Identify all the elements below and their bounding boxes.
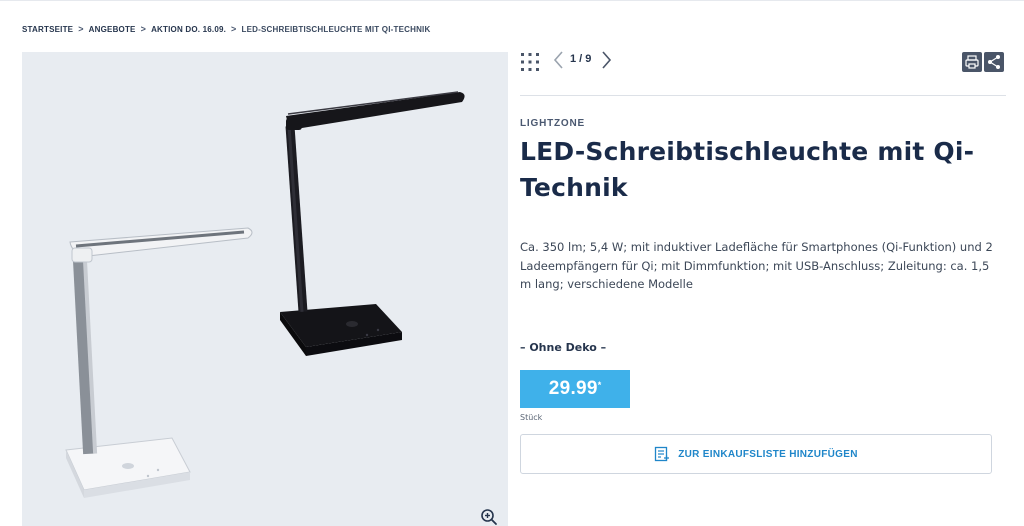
chevron-right-icon: > (78, 24, 84, 34)
product-description: Ca. 350 lm; 5,4 W; mit induktiver Ladefl… (520, 240, 993, 291)
breadcrumb: STARTSEITE > ANGEBOTE > AKTION DO. 16.09… (22, 22, 430, 36)
divider (520, 95, 1006, 96)
add-to-list-label: ZUR EINKAUFSLISTE HINZUFÜGEN (678, 448, 858, 460)
chevron-right-icon: > (231, 24, 237, 34)
grid-icon[interactable] (520, 52, 540, 72)
share-button[interactable] (984, 52, 1004, 72)
breadcrumb-item-home[interactable]: STARTSEITE (22, 25, 73, 34)
chevron-left-icon[interactable] (552, 50, 566, 70)
price-unit: Stück (520, 413, 543, 422)
print-button[interactable] (962, 52, 982, 72)
brand-name: LIGHTZONE (520, 118, 585, 129)
variant-label: – Ohne Deko – (520, 341, 607, 354)
share-icon (988, 55, 1000, 69)
price-value: 29.99 (548, 378, 598, 399)
white-lamp (65, 227, 253, 498)
price-badge: 29.99 * (520, 370, 630, 408)
print-icon (965, 55, 979, 69)
shopping-list-icon (655, 446, 670, 462)
product-image[interactable] (22, 52, 508, 526)
gallery-nav: 1 / 9 (520, 50, 1006, 96)
image-counter: 1 / 9 (570, 53, 592, 65)
lamp-illustration (65, 91, 465, 498)
breadcrumb-item-offers[interactable]: ANGEBOTE (89, 25, 136, 34)
black-lamp (280, 91, 465, 356)
breadcrumb-item-current: LED-SCHREIBTISCHLEUCHTE MIT QI-TECHNIK (241, 24, 431, 34)
price-footnote-mark: * (597, 380, 602, 390)
add-to-shopping-list-button[interactable]: ZUR EINKAUFSLISTE HINZUFÜGEN (520, 434, 992, 474)
chevron-right-icon[interactable] (599, 50, 613, 70)
chevron-right-icon: > (140, 24, 147, 34)
breadcrumb-item-promotion[interactable]: AKTION DO. 16.09. (151, 25, 226, 34)
product-title: LED-Schreibtischleuchte mit Qi-Technik (520, 137, 975, 202)
zoom-in-icon[interactable] (480, 508, 498, 526)
top-divider (0, 0, 1024, 1)
